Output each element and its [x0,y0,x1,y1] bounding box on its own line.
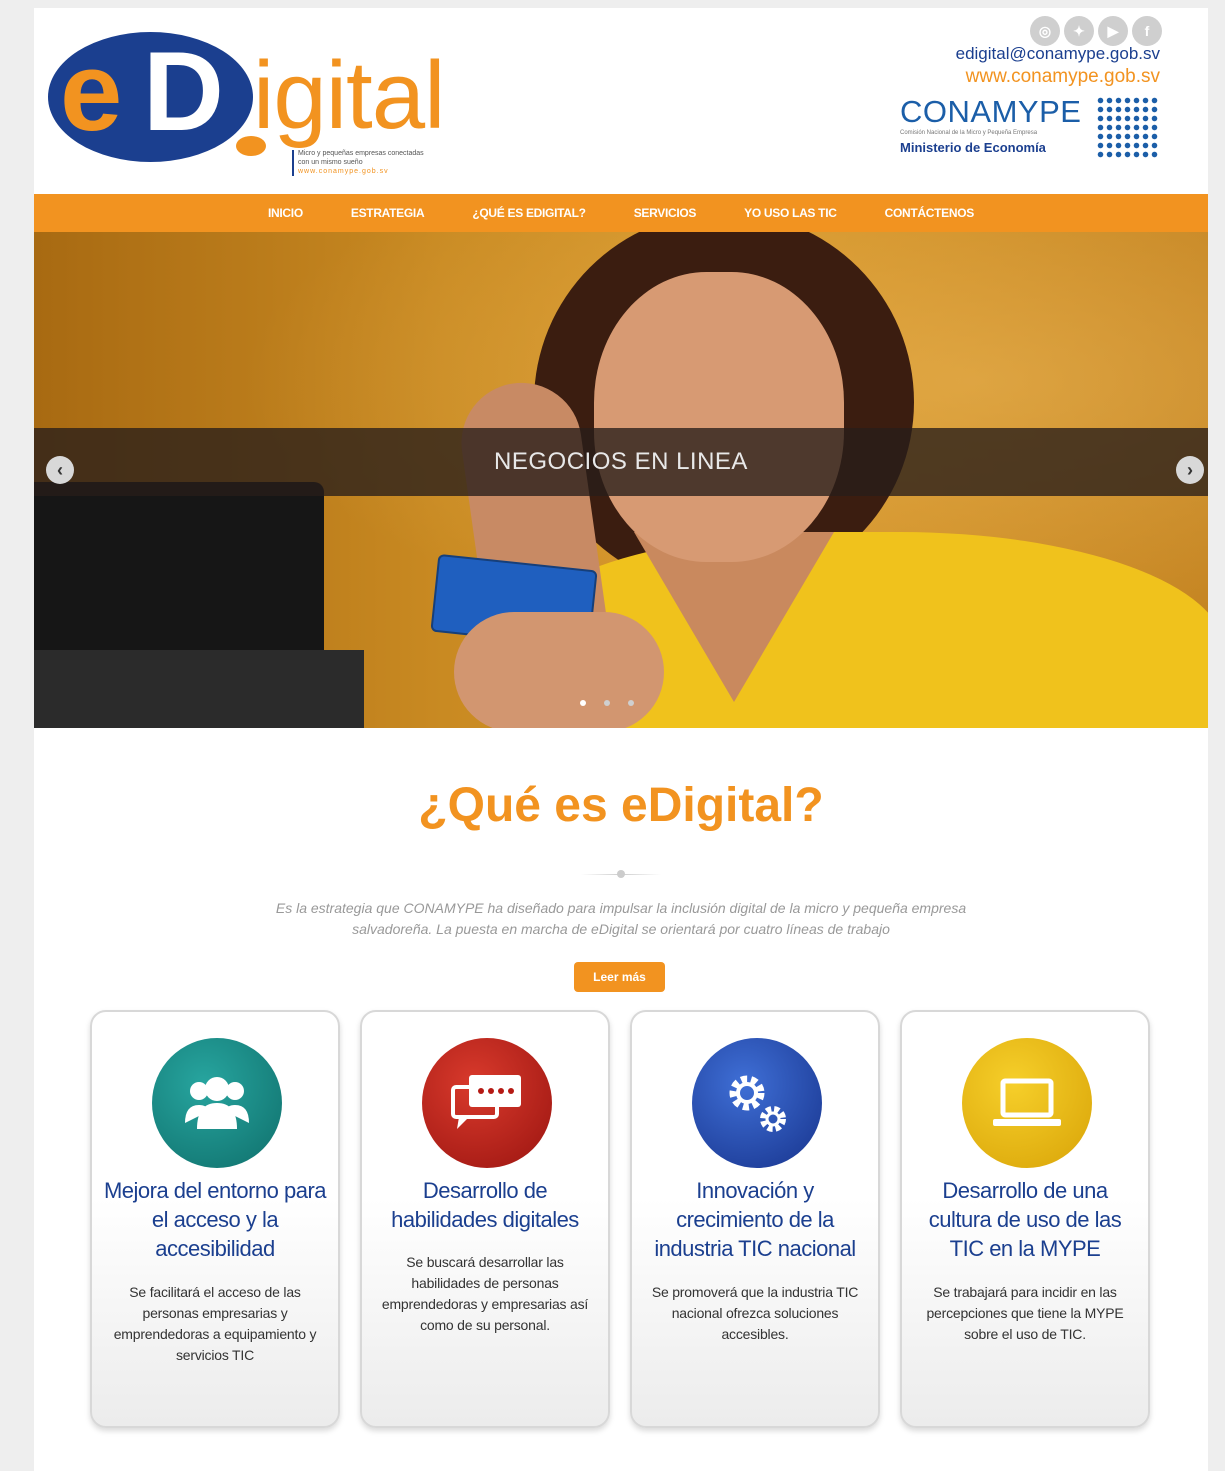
conamype-logo[interactable]: CONAMYPE Comisión Nacional de la Micro y… [900,94,1160,164]
hero-slider[interactable]: NEGOCIOS EN LINEA ‹ › [34,232,1208,728]
arrow-left-icon[interactable]: ‹ [46,456,74,484]
social-links: ◎ ✦ ▶ f [1030,16,1162,46]
logo-letter-e: e [60,29,123,154]
nav-item-que-es-edigital[interactable]: ¿QUÉ ES EDIGITAL? [472,206,586,220]
people-icon [152,1038,282,1168]
slide-hand-shape [454,612,664,728]
feature-card-title: Innovación y crecimiento de la industria… [654,1178,856,1261]
logo-tagline: Micro y pequeñas empresas conectadas con… [292,150,432,177]
ministry-name: Ministerio de Economía [900,140,1046,155]
feature-cards: Mejora del entorno para el acceso y la a… [90,1010,1152,1428]
laptop-icon [962,1038,1092,1168]
feature-card-innovacion[interactable]: Innovación y crecimiento de la industria… [630,1010,880,1428]
slide-caption-bar: NEGOCIOS EN LINEA [34,428,1208,496]
chat-icon [422,1038,552,1168]
website-link[interactable]: www.conamype.gob.sv [966,66,1160,88]
feature-card-acceso[interactable]: Mejora del entorno para el acceso y la a… [90,1010,340,1428]
edigital-logo[interactable]: e D igital Micro y pequeñas empresas con… [48,26,448,177]
feature-card-title: Desarrollo de habilidades digitales [391,1178,579,1232]
section-divider [581,870,661,880]
section-title: ¿Qué es eDigital? [418,779,824,832]
feature-card-text: Se buscará desarrollar las habilidades d… [381,1254,589,1333]
nav-item-inicio[interactable]: INICIO [268,206,303,220]
feature-card-title: Mejora del entorno para el acceso y la a… [103,1178,327,1261]
facebook-icon[interactable]: f [1132,16,1162,46]
nav-item-servicios[interactable]: SERVICIOS [634,206,697,220]
feature-card-habilidades[interactable]: Desarrollo de habilidades digitales Se b… [360,1010,610,1428]
feature-card-title: Desarrollo de una cultura de uso de las … [928,1178,1122,1261]
logo-word: igital [253,42,445,149]
main-nav: INICIO ESTRATEGIA ¿QUÉ ES EDIGITAL? SERV… [34,194,1208,232]
arrow-right-icon[interactable]: › [1176,456,1204,484]
mouse-icon [234,134,268,158]
instagram-icon[interactable]: ◎ [1030,16,1060,46]
divider-dot [617,870,625,878]
nav-item-estrategia[interactable]: ESTRATEGIA [351,206,425,220]
logo-tagline-text: Micro y pequeñas empresas conectadas con… [298,150,424,166]
gears-icon [692,1038,822,1168]
feature-card-text: Se promoverá que la industria TIC nacion… [651,1284,859,1342]
page: e D igital Micro y pequeñas empresas con… [34,8,1208,1471]
feature-card-cultura[interactable]: Desarrollo de una cultura de uso de las … [900,1010,1150,1428]
section-intro: Es la estrategia que CONAMYPE ha diseñad… [275,900,967,937]
nav-item-contactenos[interactable]: CONTÁCTENOS [885,206,975,220]
nav-item-yo-uso-las-tic[interactable]: YO USO LAS TIC [744,206,837,220]
slider-dot[interactable] [604,700,610,706]
logo-letter-d: D [143,29,224,154]
slider-pagination [580,700,634,706]
logo-tagline-web: www.conamype.gob.sv [298,167,389,175]
youtube-icon[interactable]: ▶ [1098,16,1128,46]
slide-caption: NEGOCIOS EN LINEA [494,448,748,475]
feature-card-text: Se facilitará el acceso de las personas … [113,1284,317,1363]
slide-person-face-shape [594,272,844,562]
slide-laptop-base-shape [34,650,364,728]
contact-email[interactable]: edigital@conamype.gob.sv [956,44,1160,64]
feature-card-text: Se trabajará para incidir en las percepc… [926,1284,1124,1342]
slider-dot[interactable] [580,700,586,706]
conamype-dots-icon [1096,96,1158,158]
conamype-subtitle: Comisión Nacional de la Micro y Pequeña … [900,130,1038,136]
leer-mas-button[interactable]: Leer más [574,962,665,992]
slider-dot[interactable] [628,700,634,706]
twitter-icon[interactable]: ✦ [1064,16,1094,46]
conamype-name: CONAMYPE [900,94,1082,129]
